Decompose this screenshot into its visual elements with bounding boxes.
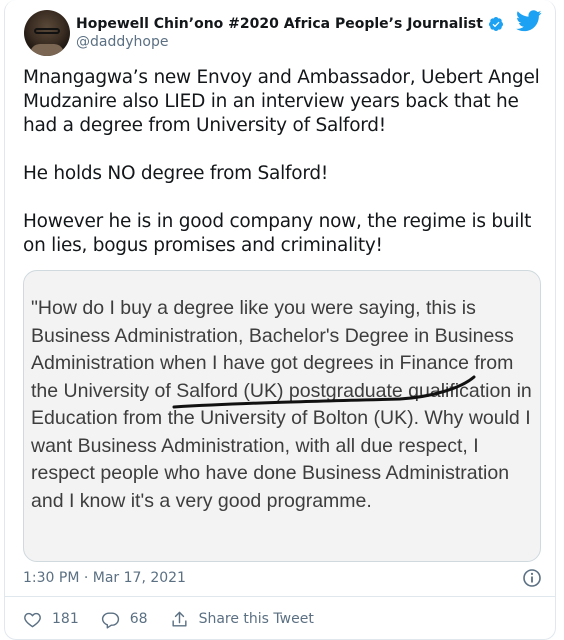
share-button[interactable]: Share this Tweet — [170, 610, 314, 629]
reply-count: 68 — [129, 611, 148, 627]
reply-button[interactable]: 68 — [101, 610, 148, 629]
tweet-paragraph: However he is in good company now, the r… — [23, 211, 532, 256]
avatar[interactable] — [24, 10, 70, 56]
author-handle[interactable]: @daddyhope — [76, 34, 168, 50]
reply-icon — [101, 611, 119, 629]
heart-icon — [24, 612, 41, 627]
tweet-paragraph: He holds NO degree from Salford! — [23, 163, 329, 184]
hand-drawn-underline — [172, 375, 476, 409]
attached-quote-image[interactable]: "How do I buy a degree like you were say… — [23, 270, 541, 562]
tweet-paragraph: Mnangagwa’s new Envoy and Ambassador, Ue… — [23, 67, 540, 136]
tweet-actions: 181 68 Share this Tweet — [23, 608, 336, 630]
tweet-timestamp[interactable]: 1:30 PM · Mar 17, 2021 — [23, 570, 186, 586]
avatar-shirt — [30, 44, 64, 56]
avatar-glasses — [34, 28, 60, 34]
share-icon — [172, 611, 187, 627]
twitter-bird-icon[interactable] — [516, 10, 542, 32]
tweet-text: Mnangagwa’s new Envoy and Ambassador, Ue… — [23, 66, 543, 258]
info-icon[interactable] — [522, 568, 542, 588]
like-count: 181 — [52, 611, 79, 627]
share-label: Share this Tweet — [198, 611, 314, 627]
author-name-row[interactable]: Hopewell Chin’ono #2020 Africa People’s … — [76, 14, 504, 34]
like-button[interactable]: 181 — [23, 610, 79, 629]
verified-badge-icon — [488, 17, 503, 31]
author-display-name[interactable]: Hopewell Chin’ono #2020 Africa People’s … — [76, 16, 483, 32]
divider — [4, 596, 556, 597]
